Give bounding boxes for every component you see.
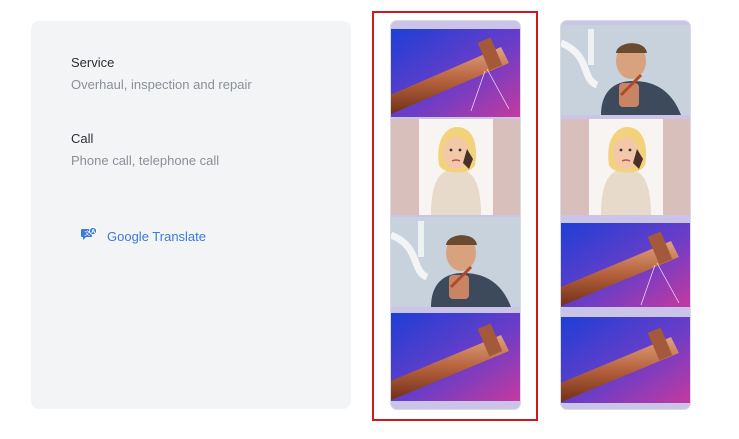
google-translate-label: Google Translate xyxy=(107,229,207,244)
app-root: Service Overhaul, inspection and repair … xyxy=(0,0,739,439)
image-strip[interactable] xyxy=(561,21,690,409)
woman-on-phone-image xyxy=(391,119,520,215)
entry-service: Service Overhaul, inspection and repair xyxy=(71,55,252,93)
info-panel: Service Overhaul, inspection and repair … xyxy=(31,21,351,409)
copper-pipe-image xyxy=(561,317,690,403)
plumber-with-pipe-image xyxy=(561,25,690,115)
woman-on-phone-image xyxy=(561,119,690,215)
entry-description: Overhaul, inspection and repair xyxy=(71,77,252,92)
translate-icon: 文 A xyxy=(81,226,98,247)
entry-title: Service xyxy=(71,55,115,70)
copper-pipe-image xyxy=(391,313,520,401)
copper-pipe-image xyxy=(391,29,520,117)
entry-description: Phone call, telephone call xyxy=(71,153,220,168)
google-translate-link[interactable]: 文 A Google Translate xyxy=(81,226,206,247)
entry-call: Call Phone call, telephone call xyxy=(71,131,219,169)
copper-pipe-image xyxy=(561,223,690,307)
image-strip-selected[interactable] xyxy=(391,21,520,409)
plumber-with-pipe-image xyxy=(391,217,520,307)
svg-text:A: A xyxy=(91,229,95,235)
entry-title: Call xyxy=(71,131,94,146)
